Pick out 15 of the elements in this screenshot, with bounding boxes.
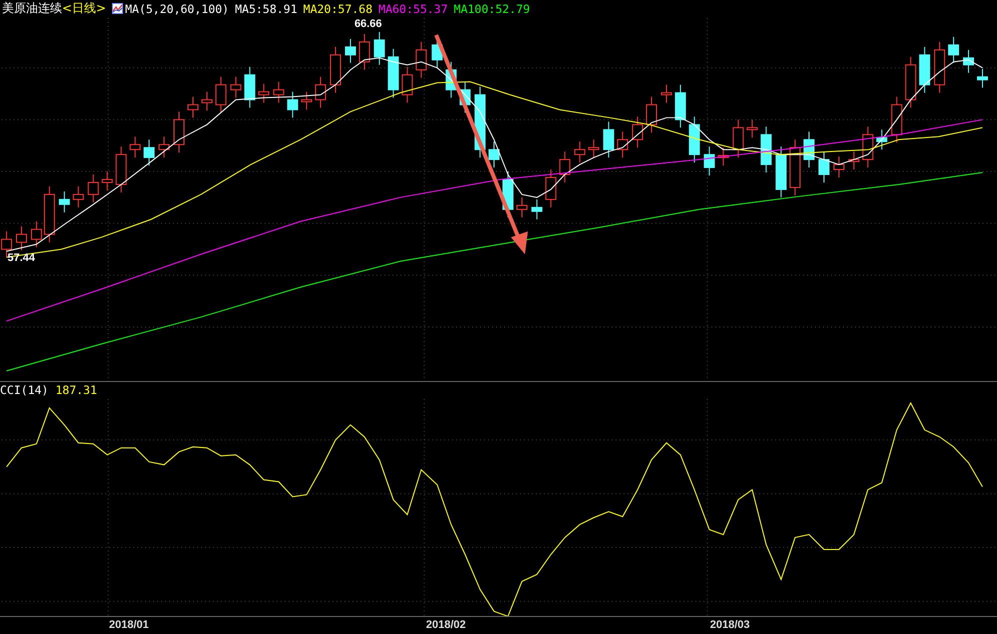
date-label: 2018/01 <box>108 619 149 632</box>
moving-average-value: MA20:57.68 <box>303 2 373 16</box>
date-label: 2018/02 <box>425 619 466 632</box>
moving-average-value: MA60:55.37 <box>378 2 448 16</box>
moving-average-value: MA100:52.79 <box>454 2 530 16</box>
moving-average-value: MA5:58.91 <box>234 2 298 16</box>
date-label: 2018/03 <box>709 619 750 632</box>
indicator-label: CCI(14) <box>0 383 48 398</box>
chart-title: 美原油连续 <box>2 0 62 18</box>
chart-icon <box>112 3 124 14</box>
indicator-value: 187.31 <box>55 383 98 398</box>
low-price-label: 57.44 <box>8 252 35 264</box>
high-price-label: 66.66 <box>354 18 382 30</box>
indicator-label: MA(5,20,60,100) <box>125 2 229 16</box>
period-label: <日线> <box>62 0 106 18</box>
